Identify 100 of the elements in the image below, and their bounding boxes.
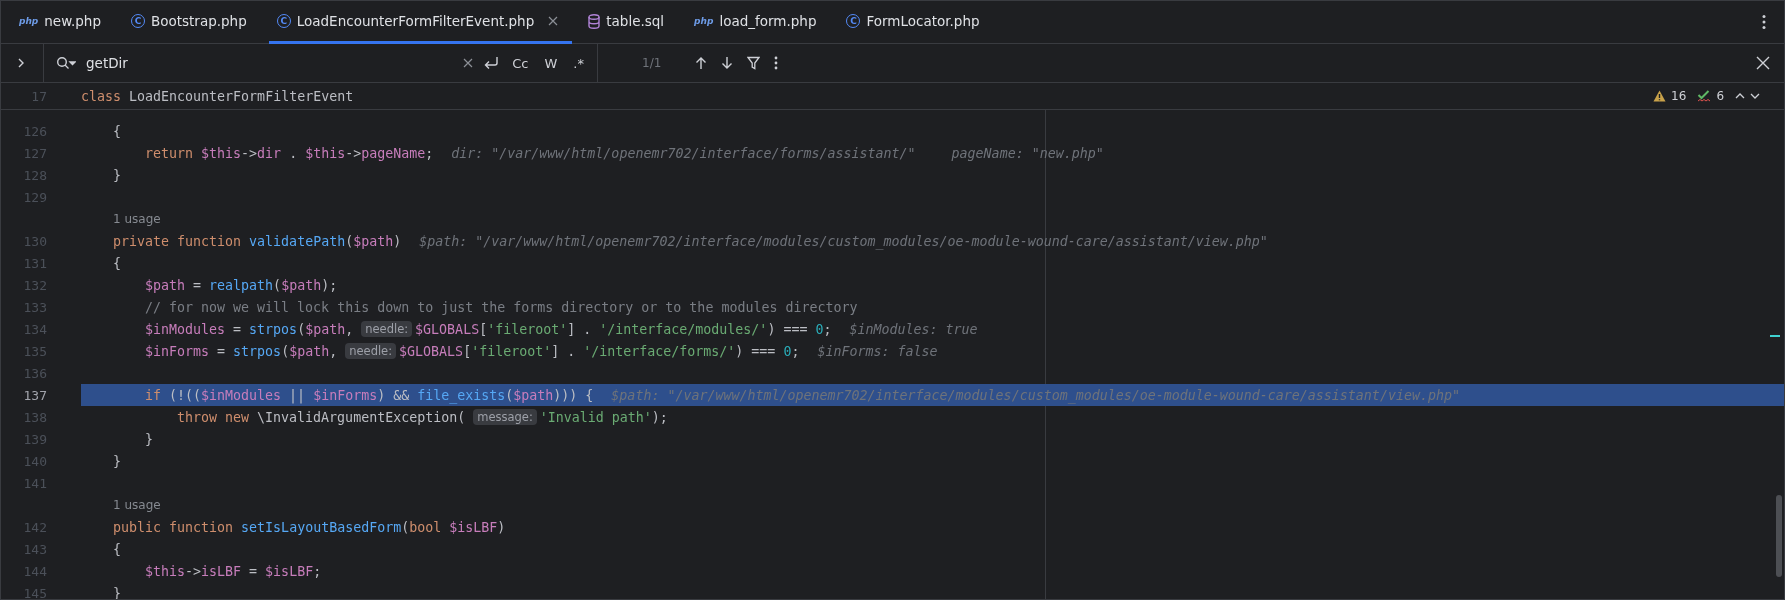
function-name: validatePath (249, 233, 346, 249)
code-text: ] . (567, 321, 593, 337)
code-text: , (329, 343, 338, 359)
editor-tab[interactable]: C LoadEncounterFormFilterEvent.php (268, 1, 573, 44)
code-text: ) === (735, 343, 777, 359)
inlay-value: $path: "/var/www/html/openemr702/interface/modules/custom_modules/oe-module-wound-care/assistant/view.php" (611, 387, 1460, 403)
code-text: } (113, 167, 121, 183)
filter-icon[interactable] (747, 56, 761, 70)
code-text: } (113, 585, 121, 599)
function-name: strpos (233, 343, 282, 359)
code-text: ( (281, 343, 290, 359)
code-text: ; (425, 145, 434, 161)
variable-name: $this (145, 563, 186, 579)
string-literal: 'fileroot' (471, 343, 552, 359)
code-text: { (113, 123, 121, 139)
search-option-toggle[interactable]: W (541, 54, 561, 72)
variable-name: dir (257, 145, 282, 161)
code-text: || (288, 387, 307, 403)
code-text: = (232, 321, 243, 337)
expand-icon[interactable] (17, 57, 25, 69)
chevron-down-icon[interactable] (1750, 93, 1760, 99)
down-arrow-icon[interactable] (721, 56, 734, 70)
newline-icon[interactable] (483, 56, 500, 70)
warning-count: 16 (1671, 89, 1687, 103)
string-literal: '/interface/modules/' (599, 321, 768, 337)
string-literal: '/interface/forms/' (583, 343, 736, 359)
more-icon[interactable] (1762, 14, 1766, 30)
editor-tab[interactable]: C FormLocator.php (838, 1, 994, 44)
line-number: 137 (22, 387, 48, 403)
code-text: -> (241, 145, 258, 161)
code-text: { (113, 541, 121, 557)
code-text: ( (401, 519, 410, 535)
code-text: ) (497, 519, 506, 535)
chevron-up-icon[interactable] (1735, 93, 1745, 99)
variable-name: $path (305, 321, 346, 337)
code-text: ) (393, 233, 402, 249)
variable-name: $path (281, 277, 322, 293)
variable-name: $inModules (201, 387, 282, 403)
code-text: ( (345, 233, 354, 249)
code-text: ))) { (553, 387, 594, 403)
number-literal: 0 (783, 343, 792, 359)
variable-name: $isLBF (449, 519, 498, 535)
variable-name: $path (513, 387, 554, 403)
code-text: [ (463, 343, 472, 359)
editor-tab[interactable]: php load_form.php (686, 1, 831, 44)
variable-name: $inForms (145, 343, 210, 359)
more-icon[interactable] (774, 56, 779, 70)
function-name: realpath (209, 277, 274, 293)
database-icon (588, 13, 601, 29)
search-option-toggle[interactable]: Cc (509, 54, 532, 72)
keyword-text: throw new (177, 409, 251, 425)
clear-icon[interactable] (463, 58, 474, 68)
up-arrow-icon[interactable] (695, 56, 708, 70)
code-text: -> (345, 145, 362, 161)
code-text: ); (651, 409, 668, 425)
function-name: setIsLayoutBasedForm (241, 519, 402, 535)
code-text: . (288, 145, 299, 161)
code-text: ; (313, 563, 322, 579)
code-text: ; (791, 343, 800, 359)
code-text: ] . (551, 343, 577, 359)
keyword-text: class (81, 88, 122, 104)
code-text: ) && (377, 387, 411, 403)
variable-name: pageName (361, 145, 426, 161)
search-option-toggle[interactable]: .* (570, 54, 587, 72)
keyword-text: private function (113, 233, 243, 249)
close-icon[interactable] (1756, 56, 1770, 70)
match-count: 1/1 (642, 56, 662, 70)
search-field[interactable]: getDir Cc W .* (43, 44, 598, 82)
close-tab-icon[interactable] (548, 16, 559, 26)
code-text: ( (273, 277, 282, 293)
warning-icon[interactable] (1653, 90, 1667, 102)
inlay-value: $inModules: true (849, 321, 978, 337)
code-text: { (113, 255, 121, 271)
code-text: , (345, 321, 354, 337)
variable-name: $inForms (313, 387, 378, 403)
spellcheck-icon[interactable] (1697, 89, 1712, 103)
code-text: ) === (767, 321, 809, 337)
search-icon (56, 56, 76, 70)
usage-count[interactable]: 1 usage (113, 498, 161, 512)
keyword-text: if (145, 387, 161, 403)
scroll-thumb[interactable] (1776, 495, 1782, 577)
php-file-icon: php (19, 16, 39, 26)
number-literal: 0 (815, 321, 824, 337)
code-text: } (145, 431, 153, 447)
function-name: file_exists (417, 387, 506, 403)
variable-name: $path (353, 233, 394, 249)
function-name: strpos (249, 321, 298, 337)
usage-count[interactable]: 1 usage (113, 212, 161, 226)
inlay-value: pageName: "new.php" (951, 145, 1104, 161)
editor-tab[interactable]: C Bootstrap.php (122, 1, 261, 44)
code-text: } (113, 453, 121, 469)
variable-name: $GLOBALS (415, 321, 480, 337)
editor-tab[interactable]: table.sql (580, 1, 679, 44)
variable-name: $isLBF (265, 563, 314, 579)
code-text: [ (479, 321, 488, 337)
code-text: -> (185, 563, 202, 579)
code-text: ); (321, 277, 338, 293)
variable-name: $path (289, 343, 330, 359)
editor-tab[interactable]: php new.php (11, 1, 115, 44)
code-text: ( (505, 387, 514, 403)
